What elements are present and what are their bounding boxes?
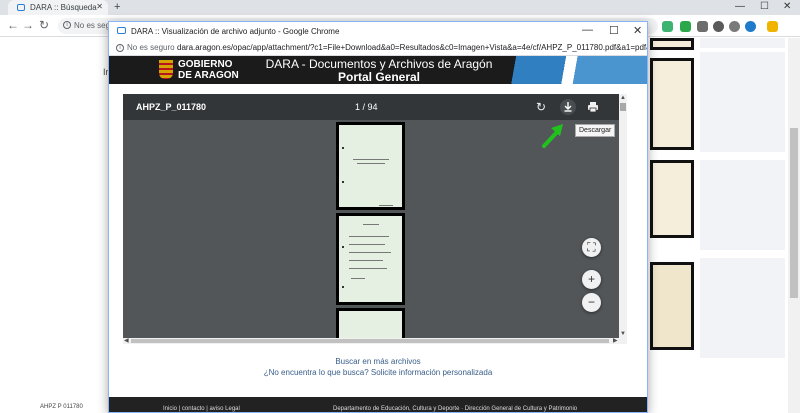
page-text-line [357, 163, 385, 164]
footer-department: Departamento de Educación, Cultura y Dep… [333, 406, 578, 412]
bg-close-button[interactable]: ✕ [783, 1, 791, 12]
page-text-line [349, 252, 391, 253]
background-result-panel [700, 38, 785, 48]
pdf-page-thumbnail[interactable] [336, 213, 405, 305]
popup-address-bar[interactable]: i No es seguro dara.aragon.es/opac/app/a… [109, 40, 647, 56]
page-hole-mark [342, 147, 344, 149]
scrollbar-thumb[interactable] [790, 128, 798, 298]
info-icon: i [116, 44, 124, 52]
security-label: No es seguro [127, 43, 175, 52]
background-page-fragment: AHPZ P 011780 [40, 404, 83, 410]
fit-page-icon[interactable]: ⛶ [582, 238, 601, 257]
back-icon[interactable]: ← [7, 18, 19, 32]
page-text-line [349, 236, 389, 237]
search-links: Buscar en más archivos ¿No encuentra lo … [109, 356, 647, 378]
extension-icon[interactable] [713, 21, 724, 32]
print-icon[interactable] [585, 99, 601, 115]
scroll-down-icon[interactable]: ▼ [619, 330, 627, 338]
scroll-left-icon[interactable]: ◀ [124, 337, 129, 344]
logo-line2: DE ARAGON [178, 70, 239, 81]
download-tooltip: Descargar [575, 124, 616, 137]
pdf-horizontal-scrollbar[interactable]: ◀ ▶ [123, 338, 627, 344]
extension-icon[interactable] [729, 21, 740, 32]
info-icon: i [63, 21, 71, 29]
extension-icon[interactable] [745, 21, 756, 32]
page-text-line [363, 224, 379, 225]
reload-icon[interactable]: ↻ [39, 18, 49, 32]
popup-url[interactable]: dara.aragon.es/opac/app/attachment/?c1=F… [177, 43, 647, 52]
result-thumbnail[interactable] [650, 262, 694, 350]
scrollbar-thumb[interactable] [620, 103, 626, 111]
request-info-link[interactable]: ¿No encuentra lo que busca? Solicite inf… [109, 367, 647, 378]
scrollbar-thumb[interactable] [131, 339, 609, 343]
background-tab-title: DARA :: Búsqueda [30, 3, 97, 12]
result-thumbnail[interactable] [650, 38, 694, 50]
pdf-viewer: AHPZ_P_011780 1 / 94 ↻ Descargar ⛶ + − ▲… [123, 94, 627, 344]
background-scrollbar[interactable] [788, 38, 800, 413]
pdf-file-name: AHPZ_P_011780 [136, 102, 207, 112]
site-header: GOBIERNO DE ARAGON DARA - Documentos y A… [109, 56, 647, 84]
attachment-popup-window: DARA :: Visualización de archivo adjunto… [108, 21, 648, 413]
popup-titlebar: DARA :: Visualización de archivo adjunto… [109, 22, 647, 40]
profile-icon[interactable] [767, 21, 778, 32]
pdf-vertical-scrollbar[interactable]: ▲ ▼ [619, 94, 627, 338]
pdf-page-thumbnail[interactable] [336, 308, 405, 338]
background-result-panel [700, 160, 785, 250]
background-tab[interactable]: DARA :: Búsqueda ✕ [8, 0, 108, 15]
scroll-right-icon[interactable]: ▶ [613, 337, 618, 344]
pdf-toolbar: AHPZ_P_011780 1 / 94 ↻ [123, 94, 627, 120]
result-thumbnail[interactable] [650, 58, 694, 150]
page-text-line [379, 205, 393, 206]
popup-close-button[interactable]: ✕ [633, 24, 642, 37]
site-footer: Inicio | contacto | aviso Legal Departam… [109, 397, 647, 412]
page-text-line [351, 278, 365, 279]
pdf-page-thumbnail[interactable] [336, 122, 405, 210]
extension-icon[interactable] [662, 21, 673, 32]
logo-line1: GOBIERNO [178, 59, 233, 70]
popup-window-title: DARA :: Visualización de archivo adjunto… [131, 27, 340, 36]
aragon-shield-icon [159, 60, 173, 79]
bg-maximize-button[interactable]: ☐ [760, 1, 769, 12]
background-result-panel [700, 258, 785, 358]
page-text-line [349, 260, 383, 261]
download-icon [564, 102, 572, 112]
page-text-line [349, 268, 387, 269]
extension-icon[interactable] [680, 21, 691, 32]
background-result-panel [700, 52, 785, 152]
page-hole-mark [342, 181, 344, 183]
scroll-up-icon[interactable]: ▲ [619, 94, 627, 102]
gobierno-aragon-logo[interactable]: GOBIERNO DE ARAGON [178, 59, 239, 81]
popup-minimize-button[interactable]: — [582, 24, 593, 36]
result-thumbnail[interactable] [650, 160, 694, 238]
page-favicon-icon [117, 27, 126, 34]
site-title-line2: Portal General [337, 70, 421, 84]
banner-graphic [509, 56, 647, 84]
background-tabstrip: DARA :: Búsqueda ✕ + — ☐ ✕ [0, 0, 800, 15]
page-text-line [349, 244, 385, 245]
print-icon [588, 102, 598, 113]
pdf-page-indicator[interactable]: 1 / 94 [355, 102, 378, 112]
page-hole-mark [342, 286, 344, 288]
bg-minimize-button[interactable]: — [735, 1, 745, 12]
tab-close-icon[interactable]: ✕ [96, 2, 103, 11]
site-title: DARA - Documentos y Archivos de Aragón P… [249, 58, 509, 84]
page-text-line [353, 159, 389, 160]
download-icon[interactable] [560, 99, 576, 115]
search-more-archives-link[interactable]: Buscar en más archivos [109, 356, 647, 367]
new-tab-icon[interactable]: + [114, 1, 120, 13]
popup-maximize-button[interactable]: ☐ [609, 24, 619, 37]
zoom-out-button[interactable]: − [582, 293, 601, 312]
page-favicon-icon [17, 4, 25, 11]
page-hole-mark [342, 246, 344, 248]
green-arrow-icon [542, 124, 563, 148]
extension-icon[interactable] [697, 21, 708, 32]
footer-links[interactable]: Inicio | contacto | aviso Legal [163, 406, 240, 412]
zoom-in-button[interactable]: + [582, 270, 601, 289]
forward-icon[interactable]: → [22, 18, 34, 32]
rotate-icon[interactable]: ↻ [533, 99, 549, 115]
